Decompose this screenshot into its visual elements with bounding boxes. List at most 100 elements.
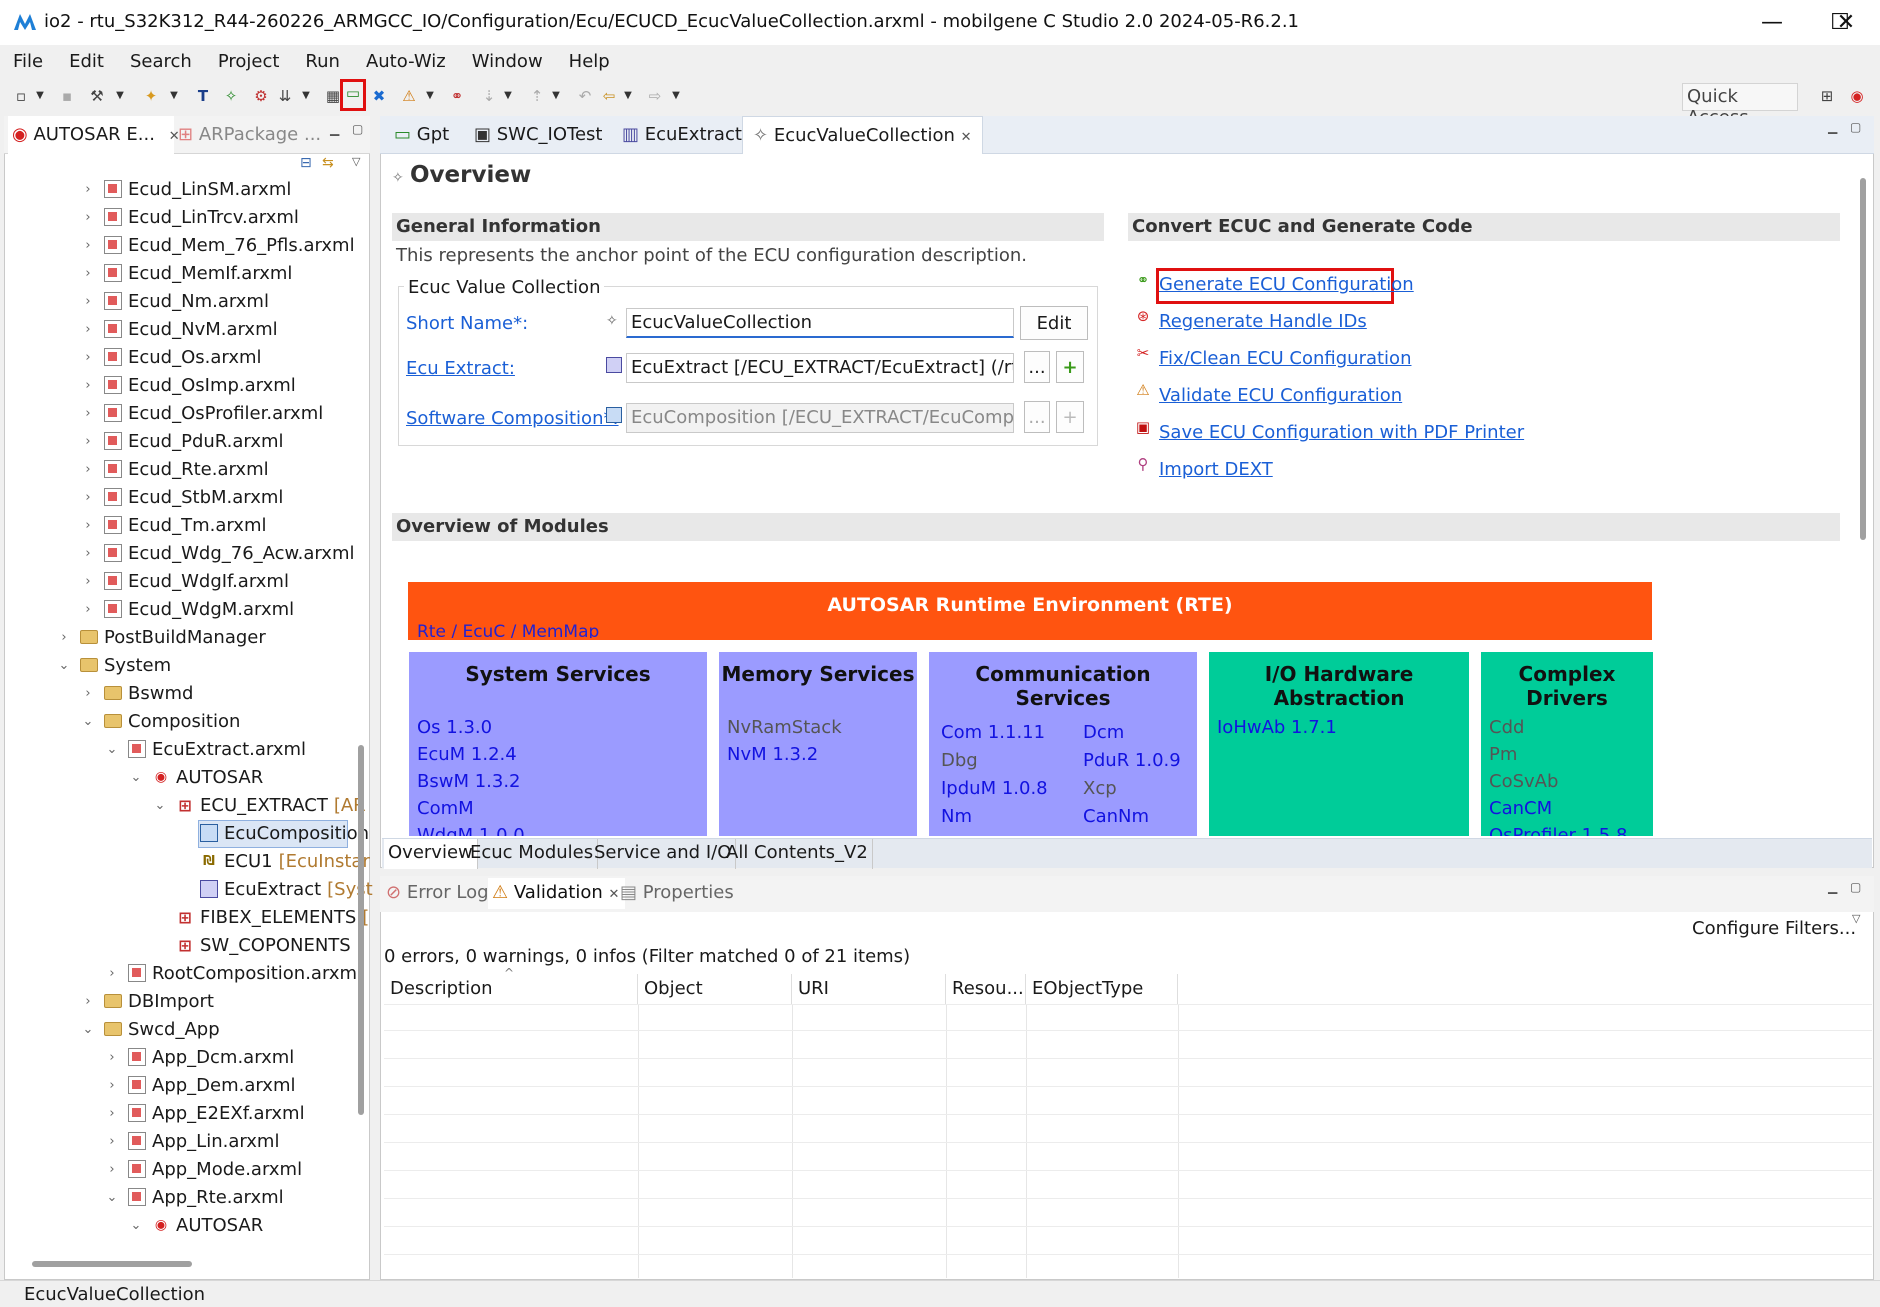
module-com[interactable]: Com 1.1.11	[941, 722, 1045, 743]
software-composition-link[interactable]: Software Composition*:	[406, 408, 619, 429]
chevron-down-icon[interactable]: ⌄	[128, 770, 144, 785]
tree-item[interactable]: › RootComposition.arxml	[104, 959, 362, 987]
minimize-button[interactable]: —	[1738, 0, 1806, 45]
short-name-input[interactable]: EcucValueCollection	[626, 308, 1014, 338]
module-ecum[interactable]: EcuM 1.2.4	[417, 744, 517, 765]
tree-item-selected[interactable]: EcuComposition	[176, 819, 369, 847]
chevron-down-icon[interactable]: ▼	[300, 87, 312, 105]
page-tab-overview[interactable]: Overview	[384, 839, 478, 869]
tree-item[interactable]: › App_Dcm.arxml	[104, 1043, 294, 1071]
chevron-right-icon[interactable]: ›	[80, 182, 96, 197]
module-os[interactable]: Os 1.3.0	[417, 717, 492, 738]
view-menu-icon[interactable]: ▽	[1852, 912, 1860, 925]
ecu-extract-browse-button[interactable]: ...	[1024, 351, 1050, 383]
rte-sub-links[interactable]: Rte / EcuC / MemMap	[417, 622, 599, 638]
tree-item[interactable]: ⌄ System	[56, 651, 172, 679]
generate-ecu-configuration-link[interactable]: Generate ECU Configuration	[1159, 274, 1414, 295]
new-icon[interactable]: ▫	[10, 85, 32, 107]
tab-gpt[interactable]: ▭ Gpt	[384, 116, 459, 154]
tree-item[interactable]: › Ecud_Os.arxml	[80, 343, 261, 371]
prev-edit-icon[interactable]: ⇡	[526, 85, 548, 107]
chevron-down-icon[interactable]: ⌄	[128, 1218, 144, 1233]
tab-ecucvaluecollection[interactable]: ✧ EcucValueCollection ✕	[742, 116, 983, 154]
menu-file[interactable]: File	[0, 47, 56, 77]
chevron-right-icon[interactable]: ›	[80, 546, 96, 561]
chevron-right-icon[interactable]: ›	[80, 322, 96, 337]
fix-clean-ecu-configuration-link[interactable]: Fix/Clean ECU Configuration	[1159, 348, 1411, 369]
page-tab-all-contents[interactable]: All Contents_V2	[722, 839, 873, 869]
tree-item[interactable]: › Ecud_Mem_76_Pfls.arxml	[80, 231, 354, 259]
chevron-right-icon[interactable]: ›	[80, 266, 96, 281]
import-icon[interactable]: ⇊	[274, 85, 296, 107]
tree-item[interactable]: ₪ ECU1 [EcuInstar	[176, 847, 370, 875]
tree-item[interactable]: ⌄ App_Rte.arxml	[104, 1183, 284, 1211]
tree-item[interactable]: › Ecud_OsImp.arxml	[80, 371, 295, 399]
column-eobjecttype[interactable]: EObjectType	[1026, 974, 1178, 1004]
generate-icon[interactable]: ⚙	[250, 85, 272, 107]
maximize-view-icon[interactable]: ▢	[1850, 880, 1861, 894]
minimize-view-icon[interactable]: ▁	[1828, 880, 1837, 894]
view-menu-icon[interactable]: ▽	[352, 155, 360, 168]
tab-autosar-explorer[interactable]: ◉ AUTOSAR E... ✕	[8, 116, 180, 154]
chevron-right-icon[interactable]: ›	[104, 1134, 120, 1149]
tree-item[interactable]: › Ecud_Nm.arxml	[80, 287, 269, 315]
warning-icon[interactable]: ⚠	[398, 85, 420, 107]
tree-item[interactable]: › Ecud_Tm.arxml	[80, 511, 266, 539]
quick-access-input[interactable]: Quick Access	[1682, 83, 1798, 128]
tab-properties[interactable]: ▤ Properties	[620, 882, 734, 903]
chevron-right-icon[interactable]: ›	[80, 378, 96, 393]
chevron-right-icon[interactable]: ›	[80, 434, 96, 449]
edit-button[interactable]: Edit	[1020, 306, 1088, 340]
chevron-right-icon[interactable]: ›	[80, 574, 96, 589]
module-bswm[interactable]: BswM 1.3.2	[417, 771, 521, 792]
menu-window[interactable]: Window	[459, 47, 556, 77]
chevron-down-icon[interactable]: ⌄	[56, 658, 72, 673]
chevron-right-icon[interactable]: ›	[80, 686, 96, 701]
tree-item[interactable]: › App_Mode.arxml	[104, 1155, 302, 1183]
wand-icon[interactable]: ✦	[140, 85, 162, 107]
chevron-right-icon[interactable]: ›	[80, 210, 96, 225]
tree-item[interactable]: ⌄ ◉ AUTOSAR	[128, 763, 264, 791]
module-pdur[interactable]: PduR 1.0.9	[1083, 750, 1181, 771]
configure-filters-link[interactable]: Configure Filters...	[1692, 918, 1856, 939]
maximize-view-icon[interactable]: ▢	[1850, 120, 1861, 134]
module-osprofiler[interactable]: OsProfiler 1.5.8	[1489, 825, 1627, 836]
open-editor-icon[interactable]: ▭	[340, 79, 366, 111]
tree-item[interactable]: › Ecud_Rte.arxml	[80, 455, 268, 483]
chevron-down-icon[interactable]: ⌄	[80, 714, 96, 729]
tree-item[interactable]: › Ecud_NvM.arxml	[80, 315, 277, 343]
maximize-view-icon[interactable]: ▢	[352, 122, 363, 136]
page-tab-ecuc-modules[interactable]: Ecuc Modules	[466, 839, 599, 869]
tree-item[interactable]: EcuExtract [Syst	[176, 875, 373, 903]
module-nm[interactable]: Nm	[941, 806, 972, 827]
left-vertical-scrollbar[interactable]	[358, 745, 364, 1115]
close-button[interactable]: ✕	[1812, 0, 1880, 45]
menu-run[interactable]: Run	[292, 47, 353, 77]
page-tab-service-io[interactable]: Service and I/O	[590, 839, 737, 869]
close-icon[interactable]: ✕	[609, 887, 620, 902]
validate-ecu-configuration-link[interactable]: Validate ECU Configuration	[1159, 385, 1402, 406]
chevron-right-icon[interactable]: ›	[80, 602, 96, 617]
chevron-down-icon[interactable]: ⌄	[104, 1190, 120, 1205]
module-ipdum[interactable]: IpduM 1.0.8	[941, 778, 1048, 799]
tree-item[interactable]: › Ecud_MemIf.arxml	[80, 259, 292, 287]
tree-item[interactable]: › App_E2EXf.arxml	[104, 1099, 304, 1127]
chevron-down-icon[interactable]: ⌄	[152, 798, 168, 813]
chevron-right-icon[interactable]: ›	[80, 518, 96, 533]
tools-icon[interactable]: ✖	[368, 85, 390, 107]
tab-validation[interactable]: ⚠ Validation ✕	[488, 878, 626, 909]
save-ecu-configuration-pdf-link[interactable]: Save ECU Configuration with PDF Printer	[1159, 422, 1524, 443]
link-icon[interactable]: ⚭	[446, 85, 468, 107]
back-icon[interactable]: ⇦	[598, 85, 620, 107]
chevron-right-icon[interactable]: ›	[80, 294, 96, 309]
step-icon[interactable]: ⇣	[478, 85, 500, 107]
module-dcm[interactable]: Dcm	[1083, 722, 1124, 743]
minimize-view-icon[interactable]: ▁	[1828, 120, 1837, 134]
chevron-down-icon[interactable]: ▼	[424, 87, 436, 105]
left-horizontal-scrollbar[interactable]	[32, 1261, 192, 1267]
tree-item[interactable]: › Ecud_StbM.arxml	[80, 483, 283, 511]
autosar-perspective-icon[interactable]: ◉	[1846, 85, 1868, 107]
tab-arpackage[interactable]: ⊞ ARPackage ...	[178, 116, 321, 154]
perspective-icon[interactable]: ⊞	[1816, 85, 1838, 107]
tree-item[interactable]: › Bswmd	[80, 679, 193, 707]
